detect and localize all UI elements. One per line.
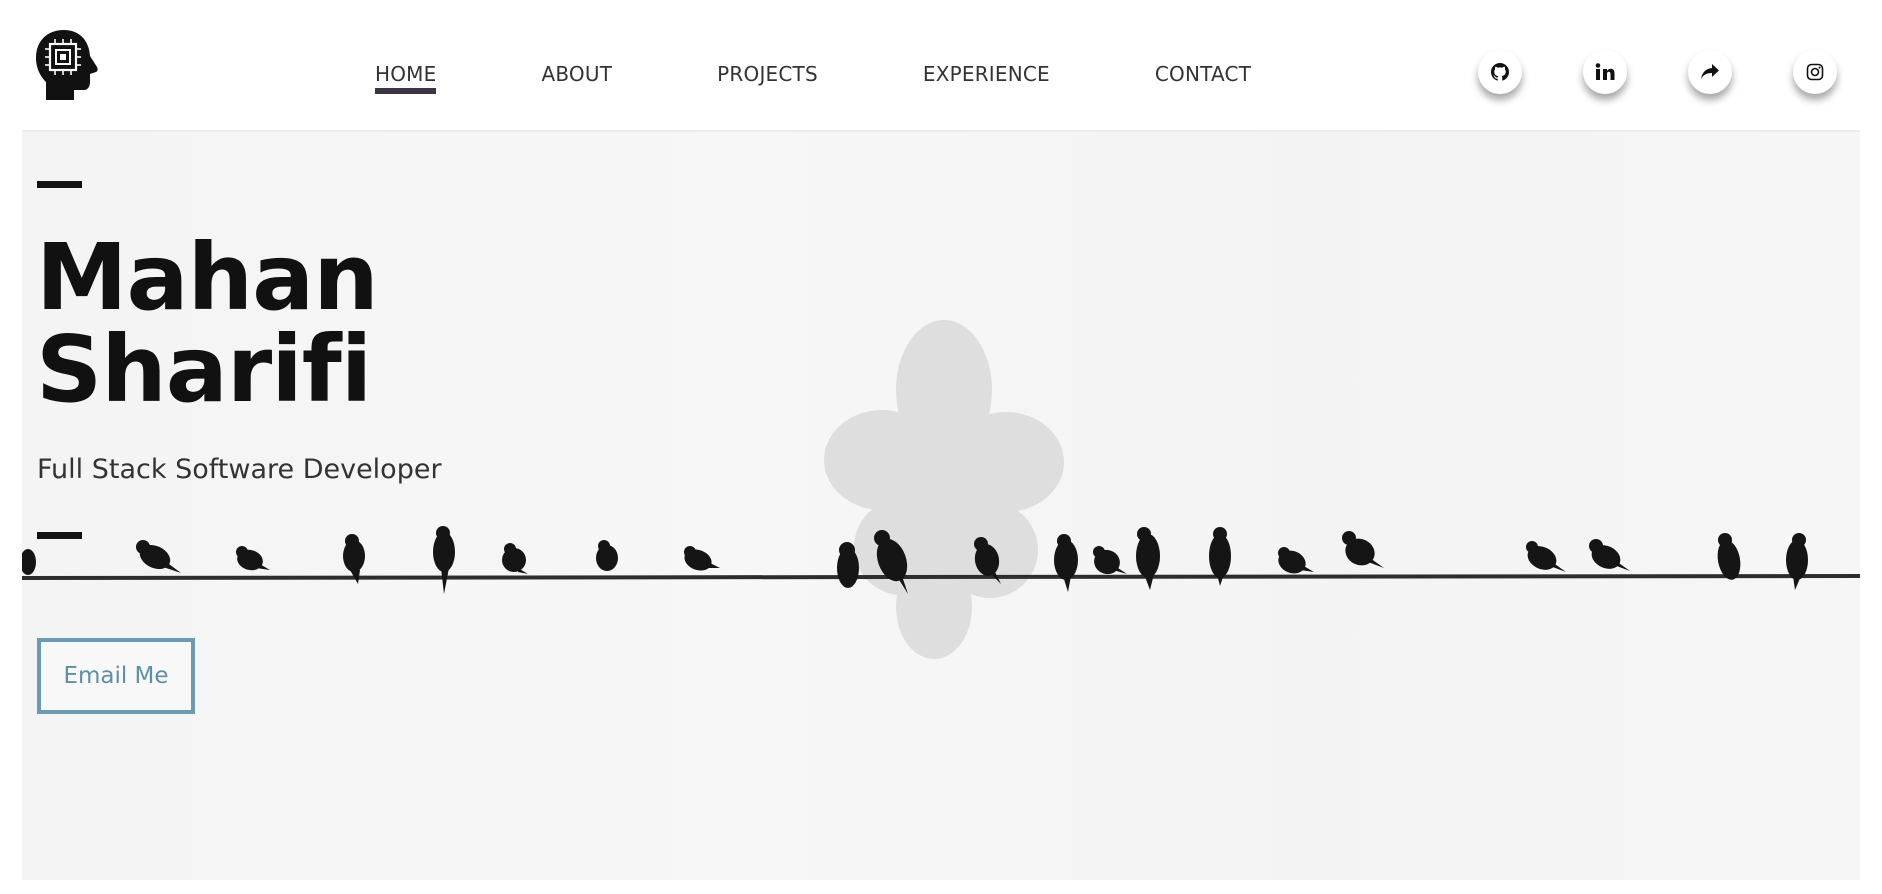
head-with-chip-icon[interactable]	[34, 28, 100, 102]
nav-contact[interactable]: CONTACT	[1155, 62, 1251, 86]
hero-name-first: Mahan	[36, 224, 379, 331]
nav-projects[interactable]: PROJECTS	[717, 62, 818, 86]
main-nav: HOME ABOUT PROJECTS EXPERIENCE CONTACT	[375, 62, 1251, 94]
linkedin-icon	[1595, 63, 1615, 80]
page: HOME ABOUT PROJECTS EXPERIENCE CONTACT M…	[0, 0, 1882, 894]
hero-name: Mahan Sharifi	[36, 232, 379, 416]
hero-section: Mahan Sharifi Full Stack Software Develo…	[22, 132, 1860, 880]
nav-experience[interactable]: EXPERIENCE	[923, 62, 1050, 86]
github-icon	[1491, 63, 1509, 81]
nav-home[interactable]: HOME	[375, 62, 437, 94]
share-button[interactable]	[1688, 50, 1732, 94]
nav-about[interactable]: ABOUT	[541, 62, 612, 86]
social-links	[1478, 50, 1837, 94]
accent-dash-top	[37, 181, 82, 188]
flower-icon	[824, 320, 1064, 659]
email-me-button[interactable]: Email Me	[37, 638, 195, 714]
instagram-icon	[1806, 63, 1824, 81]
share-icon	[1701, 64, 1719, 79]
hero-subtitle: Full Stack Software Developer	[37, 454, 442, 485]
linkedin-button[interactable]	[1583, 50, 1627, 94]
site-header: HOME ABOUT PROJECTS EXPERIENCE CONTACT	[22, 0, 1860, 132]
instagram-button[interactable]	[1793, 50, 1837, 94]
accent-dash-bottom	[37, 532, 82, 539]
github-button[interactable]	[1478, 50, 1522, 94]
hero-name-last: Sharifi	[36, 316, 372, 423]
